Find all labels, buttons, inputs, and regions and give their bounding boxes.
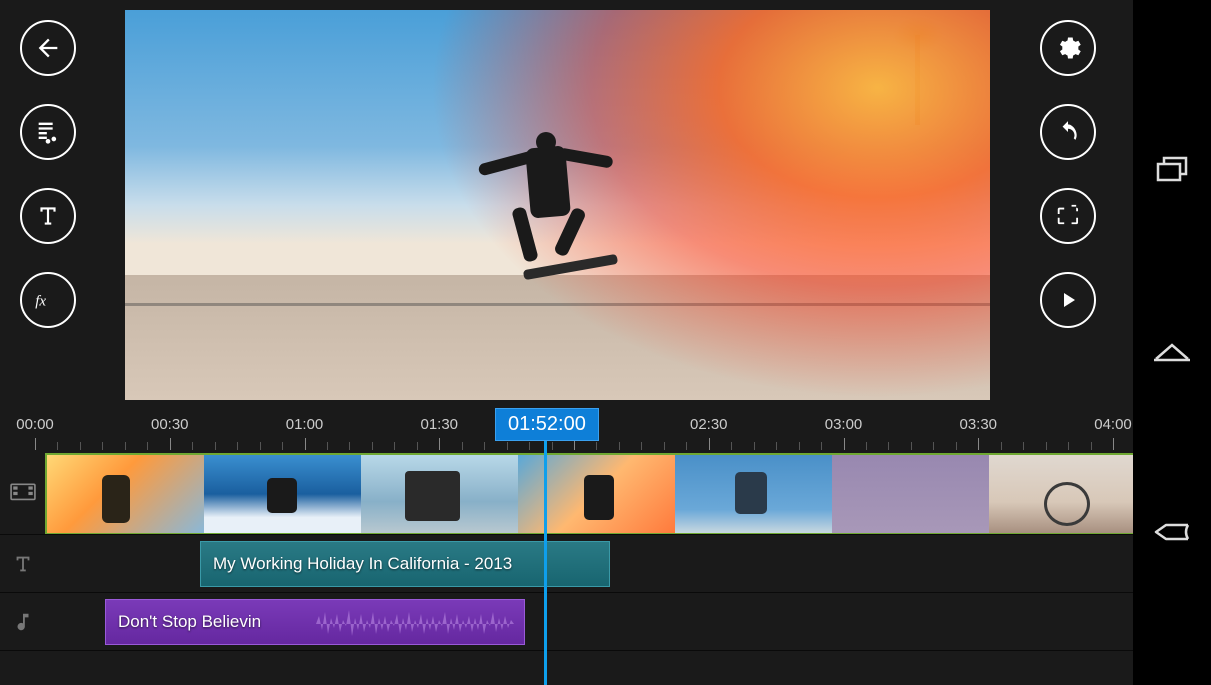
back-arrow-icon: [1152, 519, 1192, 545]
title-clip[interactable]: My Working Holiday In California - 2013: [200, 541, 610, 587]
settings-button[interactable]: [1040, 20, 1096, 76]
audio-clip[interactable]: Don't Stop Believin: [105, 599, 525, 645]
add-fx-button[interactable]: fx: [20, 272, 76, 328]
fullscreen-button[interactable]: [1040, 188, 1096, 244]
preview-frame: [125, 10, 990, 400]
video-preview[interactable]: [125, 10, 990, 400]
back-button[interactable]: [20, 20, 76, 76]
arrow-left-icon: [34, 34, 62, 62]
play-icon: [1056, 288, 1080, 312]
recent-apps-icon: [1155, 155, 1189, 183]
add-media-button[interactable]: [20, 104, 76, 160]
video-thumbnail[interactable]: [47, 455, 204, 533]
recent-apps-button[interactable]: [1155, 155, 1189, 188]
ruler-label: 00:30: [151, 416, 189, 433]
film-music-icon: [34, 118, 62, 146]
video-track[interactable]: [0, 453, 1133, 535]
audio-clip-text: Don't Stop Believin: [118, 612, 261, 632]
ruler-label: 04:00: [1094, 416, 1132, 433]
title-track-icon: [0, 553, 45, 575]
home-icon: [1152, 339, 1192, 363]
add-text-button[interactable]: [20, 188, 76, 244]
left-toolbar: fx: [20, 20, 80, 328]
play-button[interactable]: [1040, 272, 1096, 328]
svg-text:fx: fx: [35, 293, 46, 309]
system-back-button[interactable]: [1152, 519, 1192, 550]
timeline: My Working Holiday In California - 2013 …: [0, 453, 1133, 651]
ruler-label: 01:30: [420, 416, 458, 433]
video-thumbnail[interactable]: [989, 455, 1133, 533]
playhead-time[interactable]: 01:52:00: [495, 408, 599, 441]
title-clip-text: My Working Holiday In California - 2013: [213, 554, 512, 574]
video-thumbnail[interactable]: [361, 455, 518, 533]
home-button[interactable]: [1152, 339, 1192, 368]
ruler-label: 01:00: [286, 416, 324, 433]
video-thumbnail[interactable]: [675, 455, 832, 533]
system-nav-bar: [1133, 0, 1211, 685]
ruler-label: 03:00: [825, 416, 863, 433]
text-icon: [35, 203, 61, 229]
ruler-label: 02:30: [690, 416, 728, 433]
video-thumbnail[interactable]: [204, 455, 361, 533]
playhead-line[interactable]: [544, 440, 547, 685]
undo-icon: [1055, 119, 1081, 145]
undo-button[interactable]: [1040, 104, 1096, 160]
ruler-label: 00:00: [16, 416, 54, 433]
video-editor-app: fx: [0, 0, 1133, 685]
title-track[interactable]: My Working Holiday In California - 2013: [0, 535, 1133, 593]
video-clip-strip[interactable]: [45, 453, 1133, 534]
waveform-icon: [316, 604, 516, 644]
gear-icon: [1054, 34, 1082, 62]
video-thumbnail[interactable]: [518, 455, 675, 533]
audio-track-icon: [0, 611, 45, 633]
right-toolbar: [1040, 20, 1100, 328]
video-thumbnail[interactable]: [832, 455, 989, 533]
fullscreen-icon: [1055, 203, 1081, 229]
fx-icon: fx: [33, 287, 63, 313]
ruler-label: 03:30: [959, 416, 997, 433]
audio-track[interactable]: Don't Stop Believin: [0, 593, 1133, 651]
video-track-icon: [0, 483, 45, 505]
